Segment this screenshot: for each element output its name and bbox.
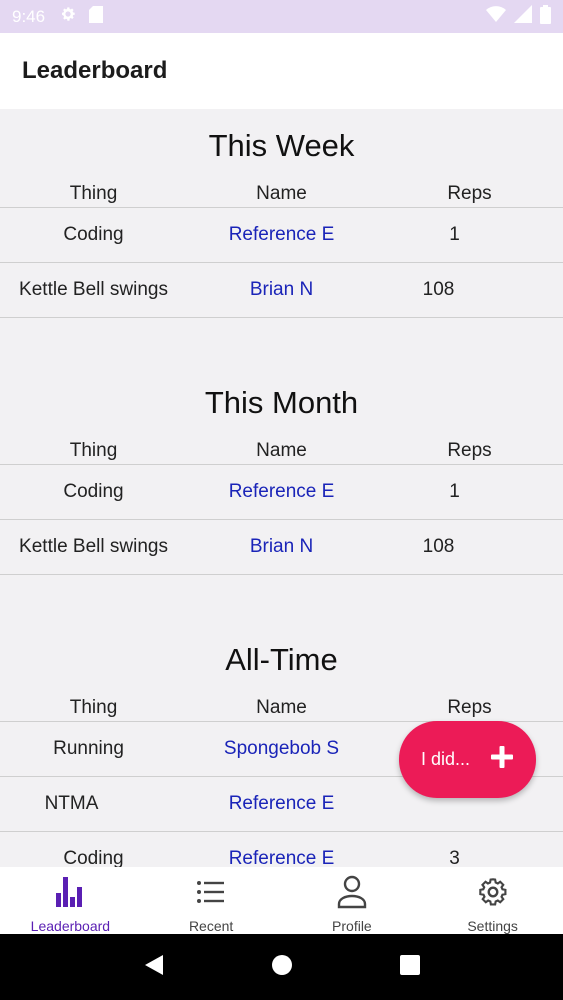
back-icon[interactable] xyxy=(143,953,165,982)
name-link[interactable]: Reference E xyxy=(187,481,376,503)
nav-label: Profile xyxy=(332,918,372,934)
table-header: Thing Name Reps xyxy=(0,697,563,722)
column-name: Name xyxy=(256,183,307,204)
table-row: Kettle Bell swings Brian N 108 xyxy=(0,263,563,318)
column-thing: Thing xyxy=(69,697,118,718)
page-title: Leaderboard xyxy=(22,57,168,84)
section-title: This Week xyxy=(208,128,355,163)
nav-label: Leaderboard xyxy=(30,918,111,934)
thing-cell: Kettle Bell swings xyxy=(19,536,168,557)
reps-cell: 108 xyxy=(422,536,455,557)
table-row: Coding Reference E 1 xyxy=(0,465,563,520)
home-icon[interactable] xyxy=(271,954,293,981)
bar-chart-icon xyxy=(54,875,86,914)
fab-label: I did... xyxy=(421,749,471,769)
thing-cell: Coding xyxy=(63,224,124,245)
section-this-week: This Week Thing Name Reps Coding Referen… xyxy=(0,109,563,318)
nav-profile[interactable]: Profile xyxy=(282,867,423,934)
section-this-month: This Month Thing Name Reps Coding Refere… xyxy=(0,366,563,575)
column-thing: Thing xyxy=(69,183,118,204)
thing-cell: Coding xyxy=(63,848,124,867)
table-header: Thing Name Reps xyxy=(0,440,563,465)
name-link[interactable]: Spongebob S xyxy=(187,738,376,760)
nav-label: Settings xyxy=(467,918,518,934)
thing-cell: Coding xyxy=(63,481,124,502)
reps-cell: 1 xyxy=(449,224,460,245)
name-link[interactable]: Brian N xyxy=(187,279,376,301)
thing-cell: Running xyxy=(53,738,124,759)
table-row: Kettle Bell swings Brian N 108 xyxy=(0,520,563,575)
battery-icon xyxy=(540,4,551,29)
nav-leaderboard[interactable]: Leaderboard xyxy=(0,867,141,934)
column-name: Name xyxy=(256,440,307,461)
bottom-navigation: Leaderboard Recent Profile Settings xyxy=(0,867,563,934)
name-link[interactable]: Brian N xyxy=(187,536,376,558)
reps-cell: 108 xyxy=(422,279,455,300)
nav-settings[interactable]: Settings xyxy=(422,867,563,934)
recents-icon[interactable] xyxy=(399,954,420,980)
thing-cell: Kettle Bell swings xyxy=(19,279,168,300)
reps-cell: 1 xyxy=(449,481,460,502)
wifi-icon xyxy=(486,6,506,27)
name-link[interactable]: Reference E xyxy=(187,224,376,246)
thing-cell: NTMA xyxy=(44,793,99,814)
table-header: Thing Name Reps xyxy=(0,183,563,208)
column-reps: Reps xyxy=(447,697,492,718)
status-time: 9:46 xyxy=(12,6,46,26)
table-row: Coding Reference E 1 xyxy=(0,208,563,263)
sd-card-icon xyxy=(89,5,104,28)
app-bar: Leaderboard xyxy=(0,33,563,109)
column-name: Name xyxy=(256,697,307,718)
name-link[interactable]: Reference E xyxy=(187,848,376,867)
person-icon xyxy=(336,875,368,914)
section-title: All-Time xyxy=(225,642,338,677)
gear-icon xyxy=(477,875,509,914)
column-thing: Thing xyxy=(69,440,118,461)
i-did-fab-button[interactable]: I did... xyxy=(399,721,536,798)
system-navigation-bar xyxy=(0,934,563,1000)
list-icon xyxy=(195,875,227,914)
plus-icon xyxy=(490,745,514,774)
column-reps: Reps xyxy=(447,183,492,204)
name-link[interactable]: Reference E xyxy=(187,793,376,815)
gear-icon xyxy=(59,5,77,28)
status-bar: 9:46 xyxy=(0,0,563,33)
reps-cell: 3 xyxy=(449,848,460,867)
nav-label: Recent xyxy=(188,918,234,934)
signal-icon xyxy=(514,5,532,28)
nav-recent[interactable]: Recent xyxy=(141,867,282,934)
column-reps: Reps xyxy=(447,440,492,461)
section-title: This Month xyxy=(204,385,359,420)
table-row: Coding Reference E 3 xyxy=(0,832,563,867)
